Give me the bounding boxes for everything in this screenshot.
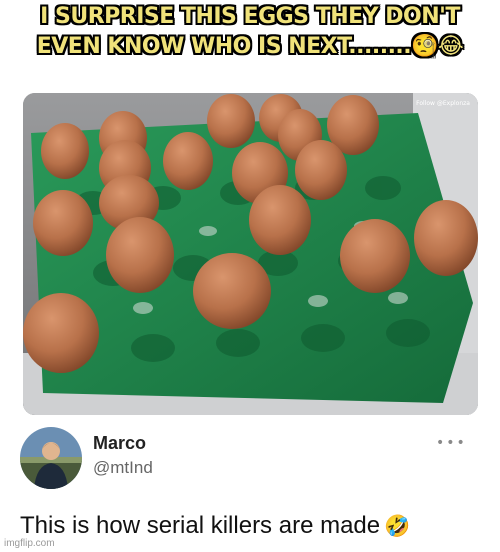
avatar[interactable] <box>20 427 82 489</box>
meme-caption: I SURPRISE THIS EGGS THEY DON'T EVEN KNO… <box>0 2 500 62</box>
imgflip-watermark: imgflip.com <box>4 538 55 549</box>
tweet-text: This is how serial killers are made 🤣 <box>20 512 410 540</box>
rofl-emoji-icon: 🤣 <box>384 515 411 538</box>
tweet-author-handle[interactable]: @mtInd <box>93 458 153 478</box>
caption-line-2: EVEN KNOW WHO IS NEXT........🧐😂 <box>36 34 464 59</box>
egg-tray-photo: Follow @Explonza <box>23 93 478 415</box>
meme-card: I SURPRISE THIS EGGS THEY DON'T EVEN KNO… <box>0 0 500 552</box>
tweet-author-name[interactable]: Marco <box>93 433 146 454</box>
more-options-icon[interactable]: ••• <box>436 435 467 451</box>
avatar-image <box>20 427 82 489</box>
tweet-text-content: This is how serial killers are made <box>20 512 381 539</box>
caption-line-1: I SURPRISE THIS EGGS THEY DON'T <box>40 4 460 29</box>
egg-tray-illustration <box>23 93 478 415</box>
photo-credit: Follow @Explonza <box>416 100 470 107</box>
